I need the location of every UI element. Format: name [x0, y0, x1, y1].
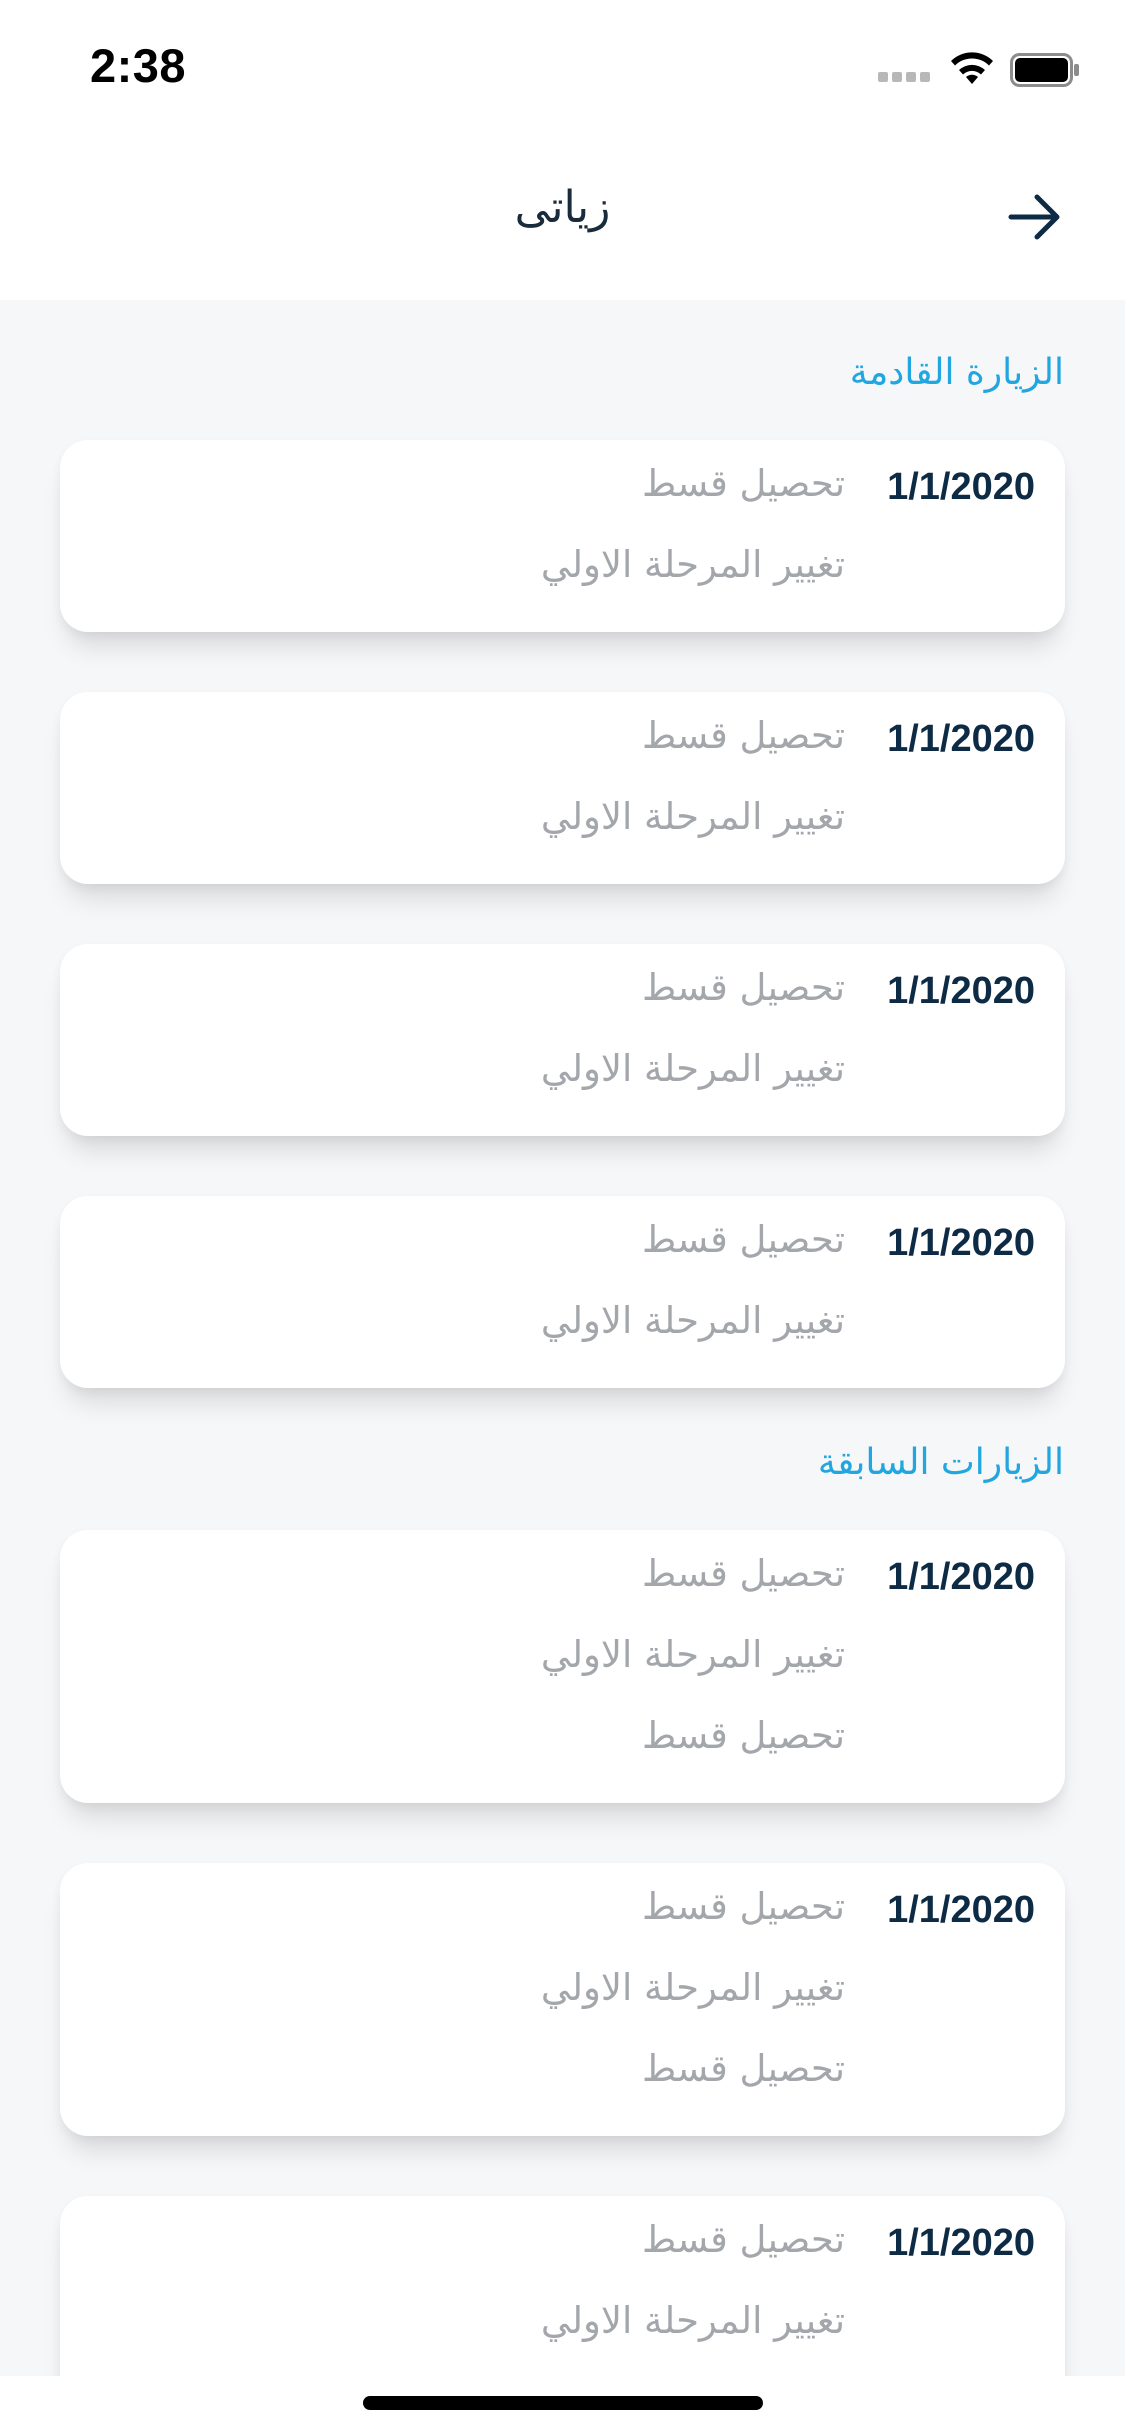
- nav-bar: زياتى: [0, 132, 1125, 300]
- section-title-upcoming: الزيارة القادمة: [849, 352, 1064, 393]
- visit-card[interactable]: 1/1/2020 تحصيل قسط تغيير المرحلة الاولي: [60, 692, 1065, 884]
- visit-line: تغيير المرحلة الاولي: [540, 1633, 845, 1676]
- visit-card[interactable]: 1/1/2020 تحصيل قسط تغيير المرحلة الاولي: [60, 440, 1065, 632]
- visit-date: 1/1/2020: [887, 1556, 1035, 1598]
- visit-line: تحصيل قسط: [641, 966, 845, 1009]
- page-title: زياتى: [514, 182, 611, 233]
- visit-date: 1/1/2020: [887, 466, 1035, 508]
- visit-line: تغيير المرحلة الاولي: [540, 1299, 845, 1342]
- visit-line: تحصيل قسط: [641, 1552, 845, 1595]
- visit-line: تغيير المرحلة الاولي: [540, 2299, 845, 2342]
- visit-line: تحصيل قسط: [641, 2047, 845, 2090]
- home-indicator[interactable]: [363, 2396, 763, 2410]
- visit-card[interactable]: 1/1/2020 تحصيل قسط تغيير المرحلة الاولي: [60, 944, 1065, 1136]
- visit-line: تحصيل قسط: [641, 462, 845, 505]
- visit-card[interactable]: 1/1/2020 تحصيل قسط تغيير المرحلة الاولي: [60, 1196, 1065, 1388]
- back-button[interactable]: [1000, 182, 1070, 252]
- visit-date: 1/1/2020: [887, 718, 1035, 760]
- battery-icon: [1010, 53, 1079, 87]
- visit-line: تحصيل قسط: [641, 1885, 845, 1928]
- visit-line: تحصيل قسط: [641, 714, 845, 757]
- wifi-icon: [951, 52, 993, 84]
- visit-line: تغيير المرحلة الاولي: [540, 1047, 845, 1090]
- visit-date: 1/1/2020: [887, 2222, 1035, 2264]
- visit-line: تحصيل قسط: [641, 1714, 845, 1757]
- visit-date: 1/1/2020: [887, 970, 1035, 1012]
- visit-card[interactable]: 1/1/2020 تحصيل قسط تغيير المرحلة الاولي …: [60, 1530, 1065, 1803]
- visit-line: تحصيل قسط: [641, 1218, 845, 1261]
- cellular-signal-icon: [878, 72, 934, 86]
- visit-card[interactable]: 1/1/2020 تحصيل قسط تغيير المرحلة الاولي …: [60, 1863, 1065, 2136]
- visit-line: تحصيل قسط: [641, 2218, 845, 2261]
- visit-date: 1/1/2020: [887, 1222, 1035, 1264]
- section-title-previous: الزيارات السابقة: [817, 1442, 1064, 1483]
- visit-line: تغيير المرحلة الاولي: [540, 1966, 845, 2009]
- visit-date: 1/1/2020: [887, 1889, 1035, 1931]
- visit-line: تغيير المرحلة الاولي: [540, 543, 845, 586]
- visit-line: تغيير المرحلة الاولي: [540, 795, 845, 838]
- status-time: 2:38: [90, 39, 187, 92]
- arrow-right-icon: [1008, 194, 1060, 240]
- status-bar: 2:38: [0, 0, 1125, 132]
